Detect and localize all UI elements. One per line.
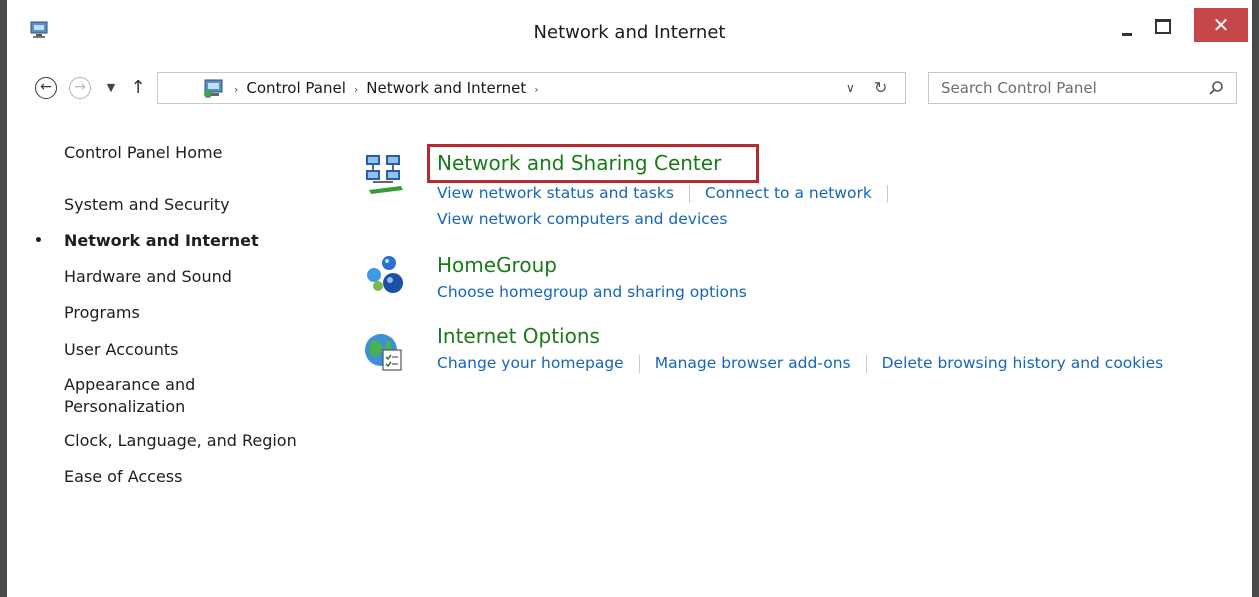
homegroup-task-links: Choose homegroup and sharing options bbox=[437, 283, 747, 301]
window-title: Network and Internet bbox=[533, 22, 726, 43]
change-homepage-link[interactable]: Change your homepage bbox=[437, 354, 624, 372]
breadcrumb-network-and-internet[interactable]: Network and Internet bbox=[366, 79, 526, 97]
network-icon bbox=[363, 152, 407, 196]
link-divider bbox=[865, 354, 867, 373]
breadcrumb: › Control Panel › Network and Internet › bbox=[234, 73, 547, 103]
control-panel-icon bbox=[202, 78, 226, 100]
network-sharing-task-links-2: View network computers and devices bbox=[437, 210, 727, 228]
network-sharing-task-links: View network status and tasks Connect to … bbox=[437, 184, 903, 203]
breadcrumb-control-panel[interactable]: Control Panel bbox=[246, 79, 345, 97]
link-divider bbox=[886, 184, 888, 203]
sidebar-item-hardware-and-sound[interactable]: Hardware and Sound bbox=[64, 266, 232, 288]
breadcrumb-separator: › bbox=[234, 83, 239, 96]
forward-button[interactable]: → bbox=[69, 77, 91, 99]
connect-to-network-link[interactable]: Connect to a network bbox=[705, 184, 872, 202]
title-bar: Network and Internet ✕ bbox=[7, 0, 1252, 60]
sidebar-item-programs[interactable]: Programs bbox=[64, 302, 140, 324]
link-divider bbox=[688, 184, 690, 203]
homegroup-icon bbox=[363, 253, 407, 297]
internet-options-icon bbox=[363, 330, 407, 374]
control-panel-window: Network and Internet ✕ ← → ▼ ↑ › Control … bbox=[0, 0, 1259, 597]
search-input[interactable]: Search Control Panel bbox=[928, 72, 1237, 104]
close-button[interactable]: ✕ bbox=[1194, 8, 1248, 42]
maximize-button[interactable] bbox=[1155, 19, 1171, 34]
internet-options-link[interactable]: Internet Options bbox=[437, 324, 600, 348]
delete-browsing-history-link[interactable]: Delete browsing history and cookies bbox=[882, 354, 1164, 372]
internet-options-task-links: Change your homepage Manage browser add-o… bbox=[437, 354, 1163, 373]
refresh-button[interactable]: ↻ bbox=[874, 73, 887, 103]
sidebar-item-label: Network and Internet bbox=[64, 231, 259, 250]
address-bar[interactable]: › Control Panel › Network and Internet › ∨ ↻ bbox=[157, 72, 906, 104]
sidebar-item-user-accounts[interactable]: User Accounts bbox=[64, 339, 179, 361]
link-divider bbox=[638, 354, 640, 373]
address-dropdown-button[interactable]: ∨ bbox=[846, 73, 855, 103]
choose-homegroup-options-link[interactable]: Choose homegroup and sharing options bbox=[437, 283, 747, 301]
sidebar-item-appearance-and-personalization[interactable]: Appearance and Personalization bbox=[64, 374, 195, 418]
sidebar-item-label-line1: Appearance and bbox=[64, 375, 196, 394]
recent-locations-button[interactable]: ▼ bbox=[99, 76, 123, 100]
view-network-status-link[interactable]: View network status and tasks bbox=[437, 184, 674, 202]
sidebar-item-network-and-internet: • Network and Internet bbox=[34, 230, 259, 252]
sidebar-item-clock-language-region[interactable]: Clock, Language, and Region bbox=[64, 430, 297, 452]
up-button[interactable]: ↑ bbox=[126, 76, 150, 100]
minimize-button[interactable] bbox=[1118, 22, 1138, 38]
sidebar-item-system-and-security[interactable]: System and Security bbox=[64, 194, 230, 216]
sidebar-item-ease-of-access[interactable]: Ease of Access bbox=[64, 466, 182, 488]
sidebar-item-label-line2: Personalization bbox=[64, 397, 186, 416]
sidebar-item-control-panel-home[interactable]: Control Panel Home bbox=[64, 142, 222, 164]
navigation-bar: ← → ▼ ↑ › Control Panel › Network and Inter… bbox=[7, 66, 1252, 110]
homegroup-link[interactable]: HomeGroup bbox=[437, 253, 557, 277]
back-button[interactable]: ← bbox=[35, 77, 57, 99]
search-placeholder: Search Control Panel bbox=[941, 79, 1097, 97]
search-icon[interactable] bbox=[1208, 80, 1224, 96]
current-item-bullet: • bbox=[34, 233, 43, 249]
manage-browser-addons-link[interactable]: Manage browser add-ons bbox=[655, 354, 851, 372]
network-and-sharing-center-link[interactable]: Network and Sharing Center bbox=[437, 151, 721, 175]
breadcrumb-separator[interactable]: › bbox=[534, 83, 538, 96]
view-network-computers-link[interactable]: View network computers and devices bbox=[437, 210, 727, 228]
breadcrumb-separator[interactable]: › bbox=[354, 83, 358, 96]
